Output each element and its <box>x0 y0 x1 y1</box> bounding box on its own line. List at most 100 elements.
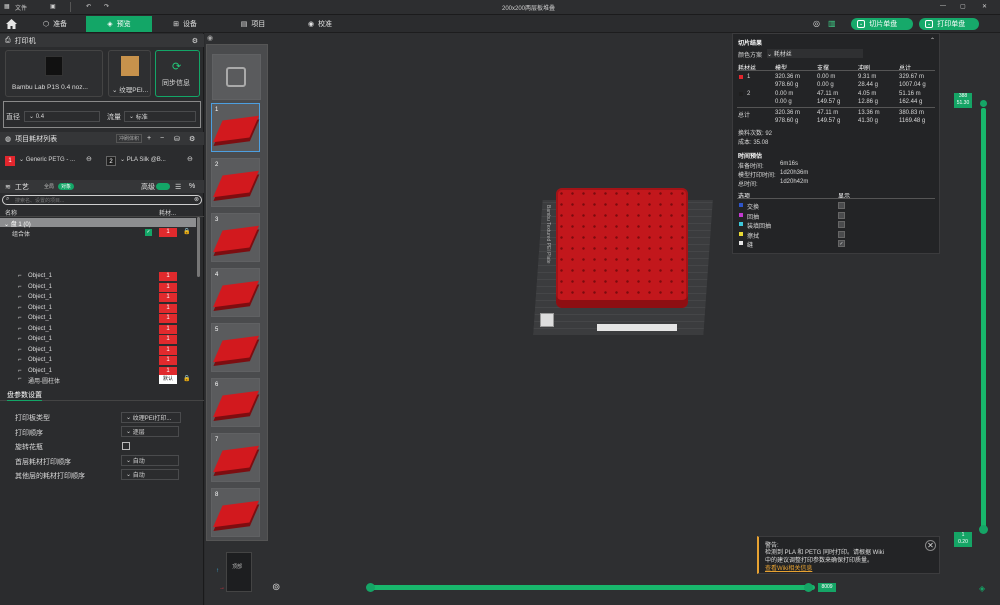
filament-1-swatch[interactable]: 1 <box>5 156 15 166</box>
lock-icon[interactable]: 🔒 <box>183 228 190 235</box>
plate-thumbnail[interactable]: 2 <box>211 158 260 207</box>
plate-type-select[interactable]: ⌄ 纹理PEI打印... <box>121 412 181 423</box>
top-slider-handle[interactable] <box>980 100 987 107</box>
object-row[interactable]: ⌐ Object_1 1 <box>0 272 196 282</box>
undo-icon[interactable]: ↶ <box>86 3 91 10</box>
plate-row[interactable]: ⌄ 盘 1 (0) <box>0 218 196 228</box>
option-visibility-checkbox[interactable]: ✓ <box>838 240 845 247</box>
plate-type-selector[interactable]: ⌄ 纹理PEI... <box>108 50 151 97</box>
eye-icon[interactable]: ◉ <box>207 34 213 42</box>
global-toggle[interactable]: 全局 <box>44 183 54 190</box>
plate-thumbnail[interactable]: 3 <box>211 213 260 262</box>
object-row[interactable]: ⌐ Object_1 1 <box>0 303 196 314</box>
settings-icon[interactable]: ⚙ <box>189 135 195 143</box>
close-icon[interactable]: ✕ <box>982 3 987 10</box>
object-row[interactable]: ⌐ Object_1 1 <box>0 324 196 335</box>
plate-thumbnail[interactable]: 8 <box>211 488 260 537</box>
support-filament[interactable]: 默认 <box>159 375 177 384</box>
search-input[interactable]: ⌕ 搜索名、设置的项目... ⊗ <box>2 195 202 205</box>
horizontal-move-slider[interactable] <box>370 585 815 590</box>
filament-1-remove-icon[interactable]: ⊖ <box>86 155 92 163</box>
plate-overview-thumb[interactable] <box>212 54 261 100</box>
check-icon[interactable]: ✓ <box>145 229 152 236</box>
collapse-icon[interactable]: ⌃ <box>930 37 935 44</box>
tab-prepare[interactable]: ⬡ 准备 <box>30 16 80 32</box>
other-layer-order-select[interactable]: ⌄ 自动 <box>121 469 179 480</box>
print-sequence-select[interactable]: ⌄ 逐层 <box>121 426 179 437</box>
printer-selector[interactable]: Bambu Lab P1S 0.4 noz... <box>5 50 103 97</box>
fit-view-icon[interactable]: ⊚ <box>272 582 280 593</box>
print-plate-button[interactable]: ⌄ 打印单盘 <box>919 18 979 30</box>
object-filament[interactable]: 1 <box>159 282 177 292</box>
sync-filament-icon[interactable]: ⛁ <box>174 135 180 143</box>
h-slider-end-handle[interactable] <box>804 583 813 592</box>
object-filament[interactable]: 1 <box>159 335 177 344</box>
option-visibility-checkbox[interactable] <box>838 211 845 219</box>
object-row[interactable]: ⌐ Object_1 1 <box>0 282 196 293</box>
filament-2-swatch[interactable]: 2 <box>106 156 116 166</box>
flow-select[interactable]: ⌄ 标准 <box>124 111 196 122</box>
list-scrollbar[interactable] <box>197 217 200 277</box>
spiral-vase-checkbox[interactable] <box>122 442 130 450</box>
diameter-select[interactable]: ⌄ 0.4 <box>24 111 100 122</box>
plate-thumbnail[interactable]: 4 <box>211 268 260 317</box>
multiplate-icon[interactable]: ▥ <box>828 19 836 28</box>
object-filament[interactable]: 1 <box>159 293 177 302</box>
plate-thumbnail[interactable]: 5 <box>211 323 260 372</box>
sync-info-button[interactable]: ⟳ 同步信息 <box>155 50 200 97</box>
settings-icon[interactable]: ⚙ <box>192 37 198 45</box>
flush-volume-button[interactable]: 冲刷体积 <box>116 134 143 143</box>
object-filament[interactable]: 1 <box>159 345 177 355</box>
network-icon[interactable]: ◎ <box>813 19 820 28</box>
object-filament[interactable]: 1 <box>159 303 177 313</box>
list-icon[interactable]: ☰ <box>175 183 181 191</box>
tab-project[interactable]: ▤ 项目 <box>228 16 278 32</box>
filament-2-remove-icon[interactable]: ⊖ <box>187 155 193 163</box>
maximize-icon[interactable]: ▢ <box>960 3 966 10</box>
object-filament[interactable]: 1 <box>159 272 177 281</box>
object-row[interactable]: ⌐ Object_1 1 <box>0 293 196 303</box>
group-row[interactable]: 组合体 ✓ 1 🔒 <box>0 228 196 238</box>
filament-1-select[interactable]: ⌄ Generic PETG - ... <box>19 156 75 163</box>
home-icon[interactable] <box>2 16 20 32</box>
add-icon[interactable]: + <box>147 135 151 142</box>
layers-toggle-icon[interactable]: ◈ <box>979 584 985 593</box>
object-row[interactable]: ⌐ Object_1 1 <box>0 356 196 366</box>
tab-device[interactable]: ⊞ 设备 <box>160 16 210 32</box>
view-cube[interactable]: 顶部 <box>226 552 252 592</box>
plate-thumbnail[interactable]: 1 <box>211 103 260 152</box>
vertical-layer-slider[interactable] <box>981 108 986 531</box>
remove-icon[interactable]: − <box>160 135 164 142</box>
object-filament[interactable]: 1 <box>159 314 177 323</box>
object-row[interactable]: ⌐ Object_1 1 <box>0 345 196 356</box>
h-slider-start-handle[interactable] <box>366 583 375 592</box>
clear-icon[interactable]: ⊗ <box>194 196 199 203</box>
plate-thumbnail[interactable]: 7 <box>211 433 260 482</box>
bottom-slider-handle[interactable] <box>979 525 988 534</box>
object-filament[interactable]: 1 <box>159 356 177 365</box>
minimize-icon[interactable]: — <box>940 3 946 9</box>
tab-calibration[interactable]: ◉ 校准 <box>295 16 345 32</box>
plate-thumbnail[interactable]: 6 <box>211 378 260 427</box>
object-row[interactable]: ⌐ Object_1 1 <box>0 335 196 345</box>
advanced-switch[interactable] <box>156 183 170 190</box>
printed-model[interactable] <box>556 188 688 308</box>
option-visibility-checkbox[interactable] <box>838 230 845 238</box>
wiki-link[interactable]: 查看Wiki相关信息 <box>765 563 812 572</box>
option-visibility-checkbox[interactable] <box>838 202 845 209</box>
save-icon[interactable]: ▣ <box>50 3 56 10</box>
lock-icon[interactable]: 🔒 <box>183 375 190 382</box>
object-row[interactable]: ⌐ Object_1 1 <box>0 314 196 324</box>
tab-preview[interactable]: ◈ 预览 <box>86 16 152 32</box>
percent-icon[interactable]: % <box>189 183 195 190</box>
object-filament[interactable]: 1 <box>159 324 177 334</box>
filament-2-select[interactable]: ⌄ PLA Silk @B... <box>120 156 166 163</box>
option-visibility-checkbox[interactable] <box>838 221 845 228</box>
color-scheme-select[interactable]: ⌄ 耗材丝 <box>767 49 863 58</box>
object-toggle[interactable]: 对象 <box>58 183 75 190</box>
slice-plate-button[interactable]: ⌄ 切片单盘 <box>851 18 913 30</box>
first-layer-order-select[interactable]: ⌄ 自动 <box>121 455 179 466</box>
redo-icon[interactable]: ↷ <box>104 3 109 10</box>
file-menu[interactable]: 文件 <box>15 3 27 12</box>
support-row[interactable]: ⌐ 通用-圆柱体 默认 🔒 <box>0 375 196 385</box>
